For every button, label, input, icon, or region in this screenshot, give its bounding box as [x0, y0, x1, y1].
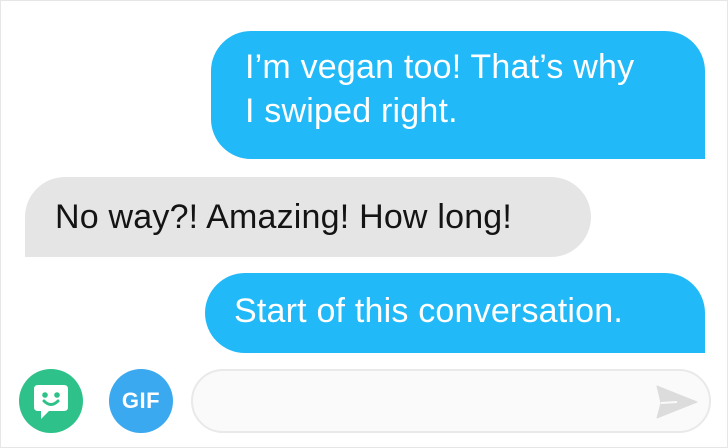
send-arrow-icon[interactable]	[655, 383, 699, 421]
sent-message-bubble: Start of this conversation.	[205, 273, 705, 353]
smiley-sticker-icon	[34, 385, 68, 419]
chat-screen: I’m vegan too! That’s why I swiped right…	[0, 0, 728, 448]
message-text: Start of this conversation.	[234, 292, 624, 330]
message-input-container	[191, 369, 711, 433]
sticker-button[interactable]	[19, 369, 83, 433]
gif-button[interactable]: GIF	[109, 369, 173, 433]
message-input[interactable]	[213, 381, 637, 423]
received-message-bubble: No way?! Amazing! How long!	[25, 177, 591, 257]
sent-message-bubble: I’m vegan too! That’s why I swiped right…	[211, 31, 705, 159]
message-text-line: I swiped right.	[245, 92, 458, 130]
message-text-line: I’m vegan too! That’s why	[245, 48, 635, 86]
message-text: No way?! Amazing! How long!	[55, 198, 513, 236]
